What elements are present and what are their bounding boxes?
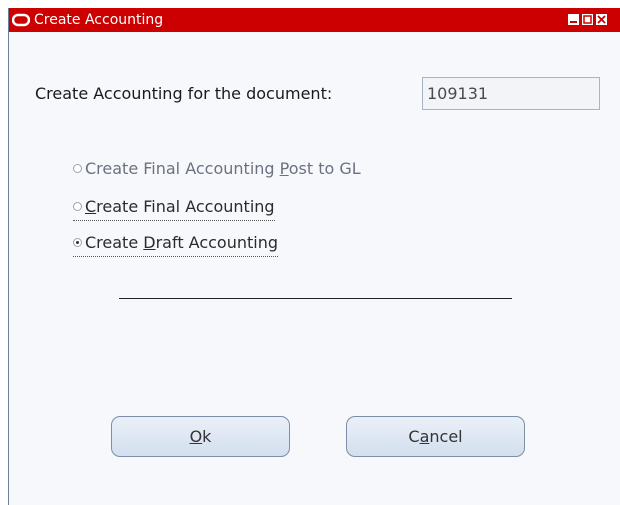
document-label: Create Accounting for the document: xyxy=(35,84,333,103)
option-label: Create Final Accounting xyxy=(85,197,275,216)
cancel-button[interactable]: Cancel xyxy=(346,416,525,457)
create-accounting-window: Create Accounting Create Accounting for … xyxy=(8,8,620,505)
radio-final-accounting[interactable]: Create Final Accounting xyxy=(73,196,275,221)
ok-button[interactable]: Ok xyxy=(111,416,290,457)
radio-final-accounting-post-to-gl[interactable]: Create Final Accounting Post to GL xyxy=(73,158,361,182)
document-number-field[interactable] xyxy=(422,77,600,110)
radio-draft-accounting[interactable]: Create Draft Accounting xyxy=(73,232,279,257)
radio-button-selected-icon[interactable] xyxy=(73,238,82,247)
radio-button-icon[interactable] xyxy=(73,202,82,211)
divider-line xyxy=(119,298,512,299)
option-label: Create Final Accounting Post to GL xyxy=(85,159,361,178)
close-icon[interactable] xyxy=(596,14,607,25)
window-title: Create Accounting xyxy=(34,12,164,28)
oracle-logo-icon xyxy=(11,11,31,29)
maximize-icon[interactable] xyxy=(582,14,593,25)
minimize-icon[interactable] xyxy=(568,14,579,25)
option-label: Create Draft Accounting xyxy=(85,233,279,252)
title-bar: Create Accounting xyxy=(9,8,620,32)
radio-button-icon[interactable] xyxy=(73,164,82,173)
